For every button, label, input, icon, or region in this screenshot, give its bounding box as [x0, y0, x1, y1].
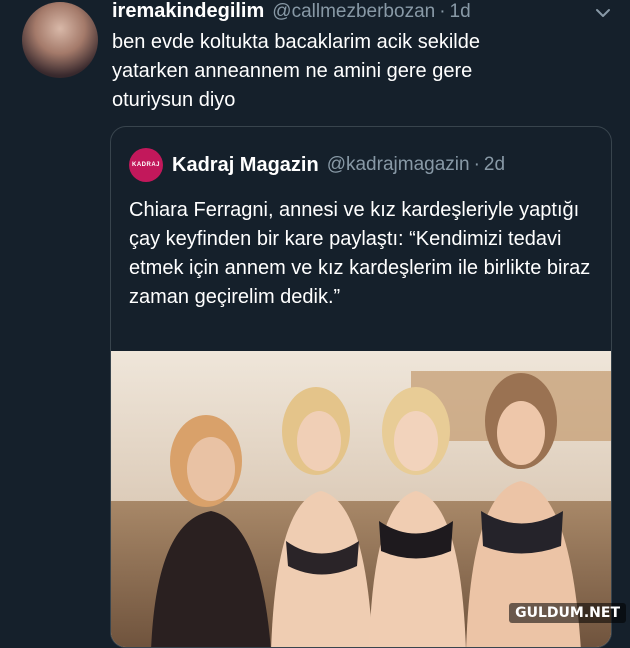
quoted-tweet-header: KADRAJ Kadraj Magazin @kadrajmagazin · 2…	[129, 148, 611, 182]
quoted-user-logo-text: KADRAJ	[131, 162, 160, 168]
quoted-user-display-name[interactable]: Kadraj Magazin	[172, 154, 319, 177]
separator-dot: ·	[439, 1, 446, 22]
quoted-tweet-time[interactable]: 2d	[484, 154, 505, 176]
tweet-text: ben evde koltukta bacaklarim acik sekild…	[112, 31, 480, 111]
user-display-name[interactable]: iremakindegilim	[112, 0, 264, 23]
tweet-body: iremakindegilim @callmezberbozan · 1d be…	[112, 0, 614, 115]
quoted-user-handle[interactable]: @kadrajmagazin	[327, 154, 470, 176]
user-avatar[interactable]	[22, 2, 98, 78]
separator-dot: ·	[473, 154, 480, 175]
quoted-tweet-card[interactable]: KADRAJ Kadraj Magazin @kadrajmagazin · 2…	[110, 126, 612, 648]
tweet-time[interactable]: 1d	[450, 1, 471, 23]
watermark: GULDUM.NET	[509, 603, 626, 623]
quoted-tweet-text: Chiara Ferragni, annesi ve kız kardeşler…	[129, 199, 591, 308]
tweet-header: iremakindegilim @callmezberbozan · 1d	[112, 0, 614, 26]
quoted-user-avatar[interactable]: KADRAJ	[129, 148, 163, 182]
user-handle[interactable]: @callmezberbozan	[272, 1, 435, 23]
chevron-down-icon[interactable]	[594, 4, 612, 22]
